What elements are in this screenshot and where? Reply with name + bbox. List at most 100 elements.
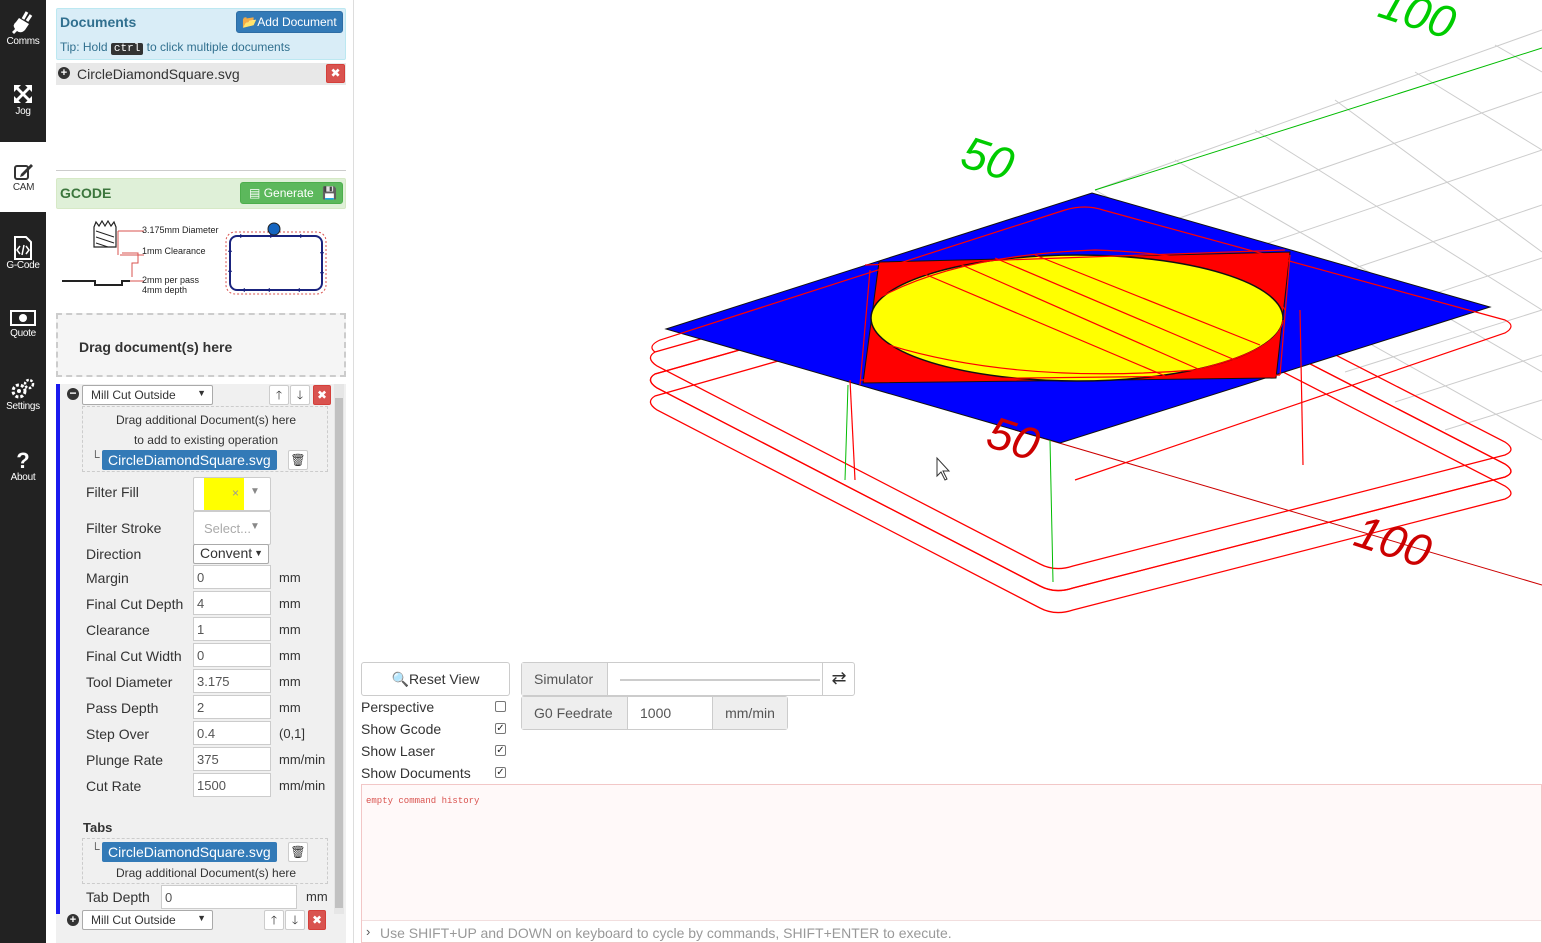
remove-operation-button[interactable]: ✖ [308, 910, 326, 930]
add-document-label: Add Document [257, 15, 337, 29]
show-gcode-checkbox[interactable]: ✓ [495, 723, 506, 734]
generate-button[interactable]: ▤ Generate 💾 [240, 182, 343, 204]
perspective-checkbox[interactable] [495, 701, 506, 712]
pass-depth-input[interactable] [193, 695, 271, 719]
dropdown-icon: ▼ [197, 913, 206, 923]
gcode-header: GCODE ▤ Generate 💾 [56, 178, 346, 209]
chart-icon: ▤ [249, 186, 261, 200]
expand-icon[interactable]: + [67, 914, 79, 926]
operation-indicator [56, 384, 60, 914]
clear-icon[interactable]: × [232, 486, 239, 500]
command-input-placeholder: Use SHIFT+UP and DOWN on keyboard to cyc… [380, 925, 952, 941]
move-arrows-icon [14, 85, 32, 103]
tree-branch-icon: └ [91, 842, 100, 856]
remove-operation-button[interactable]: ✖ [313, 385, 331, 405]
move-down-button[interactable]: 🡓 [290, 385, 310, 405]
drop-zone[interactable]: Drag document(s) here [56, 313, 346, 377]
move-up-button[interactable]: 🡑 [264, 910, 284, 930]
g0-feedrate-input[interactable] [628, 697, 712, 729]
filter-stroke-select[interactable]: Select... ▼ [193, 511, 271, 545]
sidebar-item-about[interactable]: ? About [0, 448, 46, 518]
plunge-rate-row: Plunge Rate mm/min [86, 747, 346, 773]
tab-depth-input[interactable] [161, 885, 297, 909]
filter-stroke-row: Filter Stroke Select... ▼ [86, 511, 346, 547]
x-axis-label-100: 100 [1349, 505, 1438, 578]
cut-rate-row: Cut Rate mm/min [86, 773, 346, 799]
sidebar-item-label: Settings [6, 401, 40, 412]
document-item[interactable]: + CircleDiamondSquare.svg ✖ [56, 63, 346, 85]
show-laser-label: Show Laser [361, 743, 435, 759]
move-up-button[interactable]: 🡑 [269, 385, 289, 405]
final-cut-depth-input[interactable] [193, 591, 271, 615]
operation-doc-drop[interactable]: Drag additional Document(s) here to add … [82, 406, 328, 472]
sidebar-item-label: Quote [10, 328, 36, 339]
cut-path-diagram [225, 222, 327, 295]
folder-open-icon: 📂 [242, 15, 258, 29]
diameter-label: 3.175mm Diameter [142, 225, 219, 235]
tool-diameter-row: Tool Diameter mm [86, 669, 346, 695]
y-axis-tick [1049, 439, 1054, 583]
y-axis [1094, 47, 1542, 191]
sidebar-item-cam[interactable]: CAM [0, 142, 47, 212]
plunge-rate-input[interactable] [193, 747, 271, 771]
show-laser-checkbox[interactable]: ✓ [495, 745, 506, 756]
svg-text:?: ? [16, 448, 29, 472]
move-down-button[interactable]: 🡓 [285, 910, 305, 930]
pass-depth-label: Pass Depth [86, 700, 159, 716]
per-pass-label: 2mm per pass [142, 275, 200, 285]
operation-type-value: Mill Cut Outside [91, 388, 176, 402]
command-input[interactable]: › Use SHIFT+UP and DOWN on keyboard to c… [362, 920, 1541, 942]
workspace-canvas[interactable]: 100 50 50 100 [355, 0, 1542, 660]
sidebar-item-label: Jog [15, 106, 31, 117]
add-document-button[interactable]: 📂Add Document [236, 11, 343, 33]
sidebar-item-quote[interactable]: Quote [0, 308, 46, 378]
step-over-input[interactable] [193, 721, 271, 745]
next-operation-select[interactable]: Mill Cut Outside ▼ [82, 910, 213, 930]
dropdown-icon: ▼ [197, 388, 206, 398]
feedrate-group: G0 Feedrate mm/min [521, 696, 788, 730]
show-documents-checkbox[interactable]: ✓ [495, 767, 506, 778]
filter-stroke-label: Filter Stroke [86, 520, 162, 536]
swap-icon[interactable]: ⇄ [822, 663, 855, 695]
depth-label: 4mm depth [142, 285, 187, 295]
dropdown-icon: ▼ [254, 548, 263, 558]
collapse-icon[interactable]: − [67, 387, 79, 400]
final-cut-width-input[interactable] [193, 643, 271, 667]
chevron-right-icon: › [366, 924, 371, 939]
simulator-slider[interactable] [620, 679, 820, 681]
operation-type-select[interactable]: Mill Cut Outside ▼ [82, 385, 213, 405]
expand-icon[interactable]: + [58, 67, 70, 79]
sidebar-item-gcode[interactable]: G-Code [0, 236, 46, 306]
edit-icon [13, 164, 33, 180]
search-icon: 🔍 [391, 671, 409, 687]
trash-icon[interactable]: 🗑 [288, 450, 308, 470]
drag-hint-2: to add to existing operation [133, 433, 279, 447]
operation-doc-chip[interactable]: CircleDiamondSquare.svg [102, 450, 277, 470]
direction-value: Convent [200, 545, 253, 561]
show-gcode-label: Show Gcode [361, 721, 442, 737]
trash-icon[interactable]: 🗑 [288, 842, 308, 862]
tool-diameter-input[interactable] [193, 669, 271, 693]
margin-input[interactable] [193, 565, 271, 589]
clearance-input[interactable] [193, 617, 271, 641]
generate-label: Generate [263, 186, 314, 200]
filter-fill-select[interactable]: × ▼ [193, 477, 271, 511]
direction-select[interactable]: Convent ▼ [193, 544, 269, 564]
workspace-3d-view[interactable]: 100 50 50 100 [355, 0, 1542, 660]
save-icon[interactable]: 💾 [322, 183, 337, 203]
sidebar-item-comms[interactable]: Comms [0, 10, 46, 80]
cut-rate-input[interactable] [193, 773, 271, 797]
reset-view-button[interactable]: 🔍Reset View [361, 662, 510, 696]
gears-icon [11, 378, 35, 399]
g0-feedrate-unit: mm/min [712, 697, 787, 729]
tabs-drag-hint: Drag additional Document(s) here [115, 866, 297, 880]
sidebar-item-settings[interactable]: Settings [0, 377, 46, 447]
remove-document-button[interactable]: ✖ [326, 64, 345, 83]
tabs-doc-chip[interactable]: CircleDiamondSquare.svg [102, 842, 277, 862]
tab-depth-label: Tab Depth [86, 889, 150, 905]
circle-shape [870, 254, 1284, 382]
simulator-label: Simulator [522, 663, 608, 695]
command-console: empty command history › Use SHIFT+UP and… [361, 784, 1542, 943]
tabs-doc-drop[interactable]: └ CircleDiamondSquare.svg 🗑 Drag additio… [82, 838, 328, 884]
cam-panel: Documents 📂Add Document Tip: Hold ctrl t… [46, 0, 354, 943]
